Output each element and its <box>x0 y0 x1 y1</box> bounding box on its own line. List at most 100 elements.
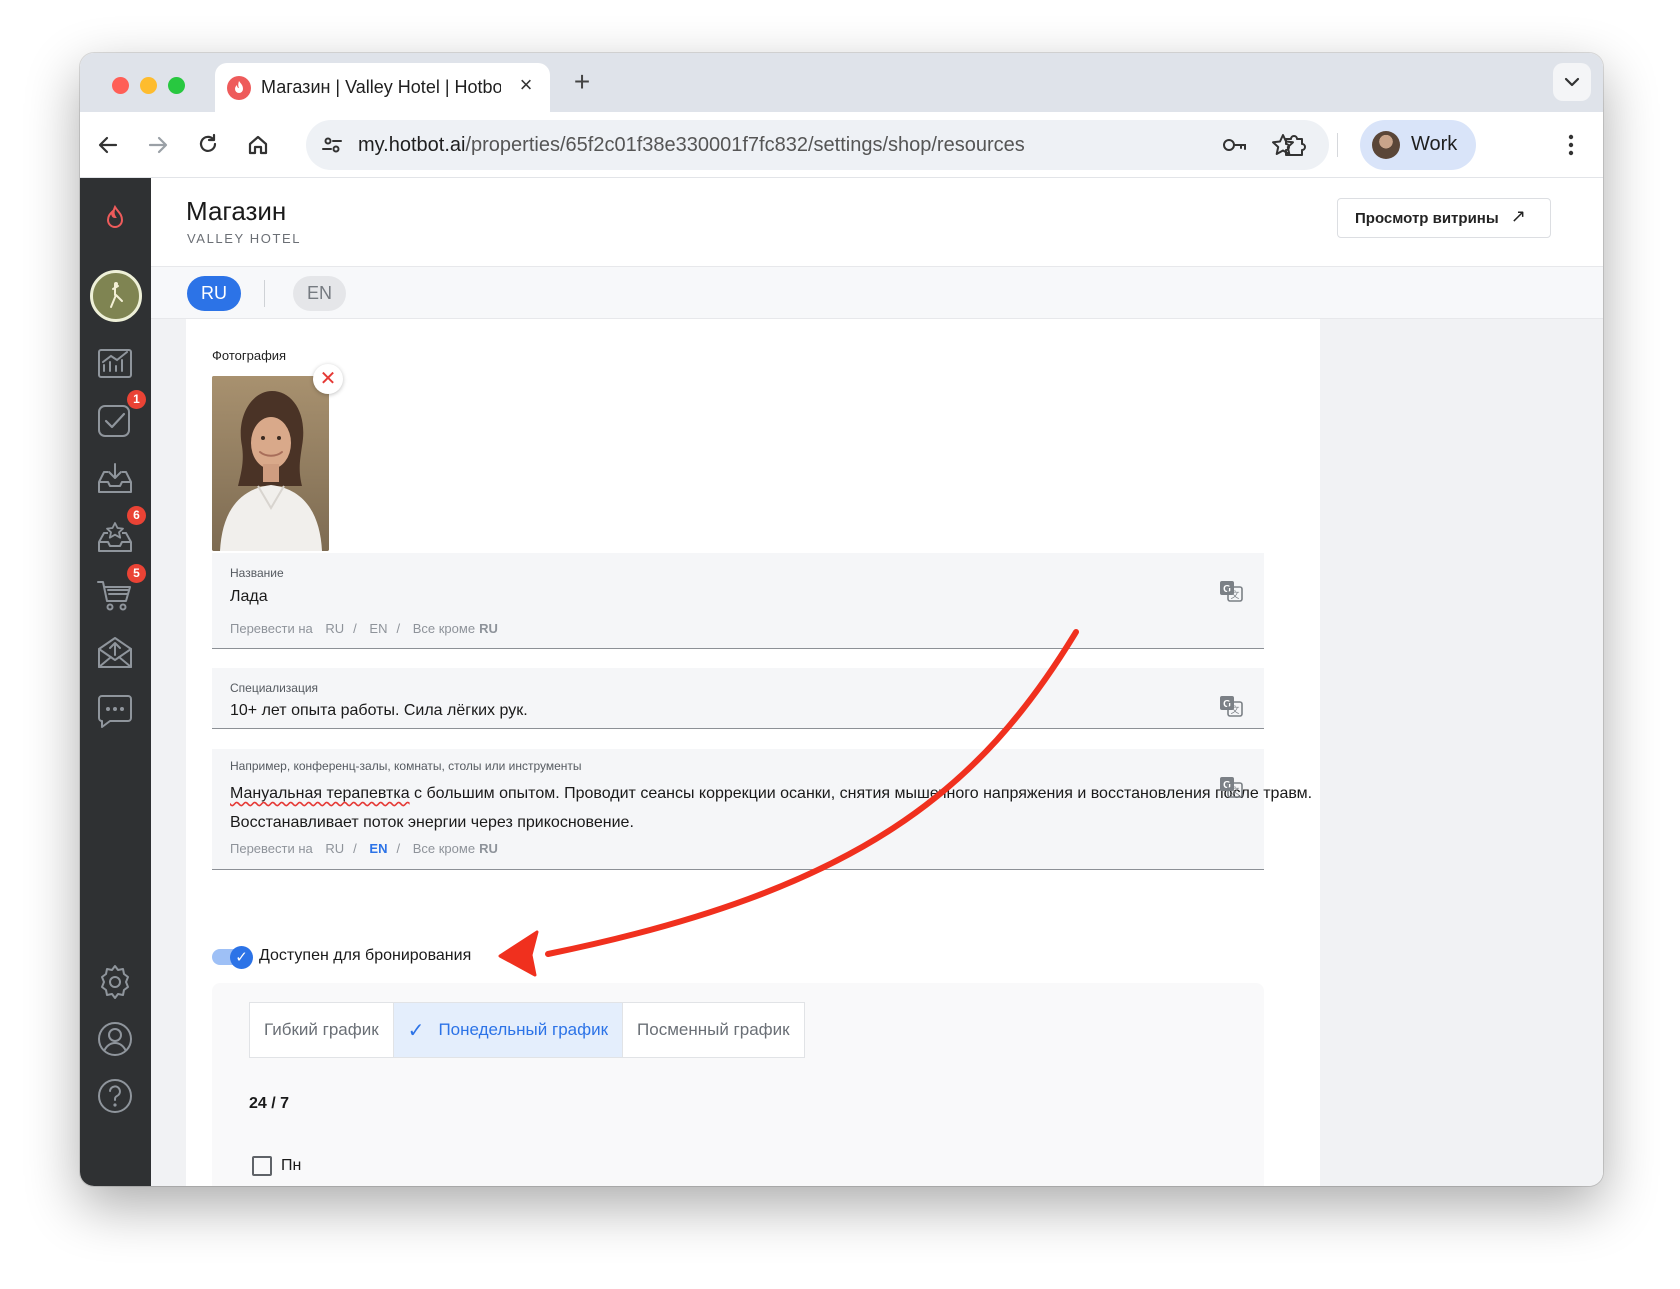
resource-form-card: Фотография ✕ Название Лада G 文 Перевести… <box>186 319 1320 1186</box>
profile-label: Work <box>1411 133 1458 155</box>
help-icon <box>98 1079 132 1113</box>
page-subtitle: VALLEY HOTEL <box>187 231 302 246</box>
zoom-window-button[interactable] <box>168 77 185 94</box>
browser-window: Магазин | Valley Hotel | Hotbot × + my.h… <box>80 53 1603 1186</box>
analytics-icon <box>98 349 132 378</box>
check-icon: ✓ <box>407 1019 425 1042</box>
translate-to-ru-link[interactable]: RU <box>325 841 344 856</box>
svg-text:文: 文 <box>1230 589 1239 601</box>
sidebar-item-help[interactable] <box>94 1075 136 1117</box>
name-translate-links: Перевести на RU / EN / Все кроме RU <box>230 621 516 636</box>
lang-tab-en[interactable]: EN <box>293 276 346 311</box>
mail-icon <box>98 637 132 668</box>
lang-tab-ru[interactable]: RU <box>187 276 241 311</box>
tab-search-button[interactable] <box>1553 63 1591 101</box>
translate-all-link[interactable]: Все кроме RU <box>413 841 507 856</box>
arrow-right-icon <box>148 136 168 154</box>
translate-to-en-link[interactable]: EN <box>369 841 387 856</box>
url-path: /properties/65f2c01f38e330001f7fc832/set… <box>465 134 1025 156</box>
profile-button[interactable]: Work <box>1360 120 1476 170</box>
sidebar-item-profile[interactable] <box>94 1018 136 1060</box>
site-settings-icon[interactable] <box>320 133 344 157</box>
svg-text:文: 文 <box>1230 785 1239 797</box>
description-field-label: Например, конференц-залы, комнаты, столы… <box>230 759 582 773</box>
sidebar-item-settings[interactable] <box>94 961 136 1003</box>
close-window-button[interactable] <box>112 77 129 94</box>
close-tab-icon[interactable]: × <box>514 73 538 97</box>
booking-available-toggle[interactable]: ✓ <box>212 946 254 969</box>
external-link-icon: ↗ <box>1510 206 1526 226</box>
description-field[interactable]: Например, конференц-залы, комнаты, столы… <box>212 749 1312 870</box>
user-icon <box>98 1022 132 1056</box>
sidebar-item-chat[interactable] <box>94 690 136 732</box>
schedule-option-weekly[interactable]: ✓ Понедельный график <box>392 1003 624 1057</box>
shop-badge: 5 <box>127 564 146 583</box>
puzzle-icon <box>1285 135 1306 156</box>
svg-text:文: 文 <box>1230 704 1239 716</box>
sidebar-item-mail[interactable] <box>94 632 136 674</box>
sidebar-item-inbox[interactable] <box>94 458 136 500</box>
extensions-button[interactable] <box>1276 127 1312 163</box>
reviews-badge: 6 <box>127 506 146 525</box>
name-field[interactable]: Название Лада G文 Перевести на RU / EN / Вс… <box>212 553 1264 649</box>
specialization-field-value: 10+ лет опыта работы. Сила лёгких рук. <box>230 702 528 719</box>
schedule-option-shift[interactable]: Посменный график <box>623 1003 804 1057</box>
view-storefront-button[interactable]: Просмотр витрины ↗ <box>1337 198 1551 238</box>
schedule-mode-label: 24 / 7 <box>249 1095 290 1112</box>
translate-all-lang: RU <box>479 841 498 856</box>
monday-checkbox[interactable] <box>252 1156 272 1176</box>
property-avatar[interactable] <box>90 270 142 322</box>
misspelled-word: Мануальная терапевтка <box>230 785 410 802</box>
schedule-option-weekly-label: Понедельный график <box>438 1020 609 1039</box>
forward-button[interactable] <box>140 127 176 163</box>
translate-all-link[interactable]: Все кроме RU <box>413 621 507 636</box>
translate-icon[interactable]: G文 <box>1218 774 1244 800</box>
browser-tab[interactable]: Магазин | Valley Hotel | Hotbot × <box>215 63 550 112</box>
settings-icon <box>101 965 129 999</box>
resource-photo[interactable] <box>212 376 329 551</box>
translate-prefix: Перевести на <box>230 841 313 856</box>
schedule-section: Гибкий график ✓ Понедельный график Посме… <box>212 983 1264 1186</box>
remove-photo-icon[interactable]: ✕ <box>313 364 343 394</box>
app-root: 1 6 5 Магазин VALLEY HOTEL Просмотр витр… <box>80 178 1603 1186</box>
schedule-option-flexible[interactable]: Гибкий график <box>250 1003 393 1057</box>
minimize-window-button[interactable] <box>140 77 157 94</box>
sidebar-item-shop[interactable]: 5 <box>94 564 146 616</box>
specialization-field-label: Специализация <box>230 681 319 695</box>
hotbot-logo-icon[interactable] <box>94 198 136 240</box>
monday-label: Пн <box>281 1157 302 1174</box>
translate-icon[interactable]: G文 <box>1218 693 1244 719</box>
url-text: my.hotbot.ai/properties/65f2c01f38e33000… <box>358 134 1025 157</box>
check-icon: ✓ <box>230 946 253 969</box>
description-field-value: Мануальная терапевтка с большим опытом. … <box>230 779 1320 837</box>
title-bar: Магазин | Valley Hotel | Hotbot × + <box>80 53 1603 112</box>
translate-to-ru-link[interactable]: RU <box>325 621 344 636</box>
toolbar-divider <box>1337 133 1338 157</box>
reload-button[interactable] <box>190 127 226 163</box>
browser-menu-button[interactable] <box>1553 127 1589 163</box>
profile-avatar <box>1372 131 1400 159</box>
translate-icon[interactable]: G文 <box>1218 578 1244 604</box>
chevron-down-icon <box>1564 77 1580 87</box>
page-title: Магазин <box>186 196 287 226</box>
name-field-value: Лада <box>230 588 268 605</box>
sidebar-item-reviews[interactable]: 6 <box>94 506 146 558</box>
new-tab-icon[interactable]: + <box>568 68 596 97</box>
home-icon <box>248 135 268 155</box>
photo-label: Фотография <box>212 348 287 363</box>
password-key-icon[interactable] <box>1220 131 1248 159</box>
back-button[interactable] <box>90 127 126 163</box>
sidebar-item-analytics[interactable] <box>94 342 136 384</box>
url-host: my.hotbot.ai <box>358 134 466 156</box>
home-button[interactable] <box>240 127 276 163</box>
tab-title: Магазин | Valley Hotel | Hotbot <box>261 77 501 97</box>
translate-prefix: Перевести на <box>230 621 313 636</box>
name-field-label: Название <box>230 566 284 580</box>
sidebar-item-tasks[interactable]: 1 <box>94 390 146 442</box>
translate-all-label: Все кроме <box>412 621 476 636</box>
tasks-badge: 1 <box>127 390 146 409</box>
view-storefront-label: Просмотр витрины <box>1355 210 1499 227</box>
address-bar[interactable]: my.hotbot.ai/properties/65f2c01f38e33000… <box>306 120 1329 170</box>
specialization-field[interactable]: Специализация 10+ лет опыта работы. Сила… <box>212 668 1264 729</box>
translate-to-en-link[interactable]: EN <box>369 621 387 636</box>
